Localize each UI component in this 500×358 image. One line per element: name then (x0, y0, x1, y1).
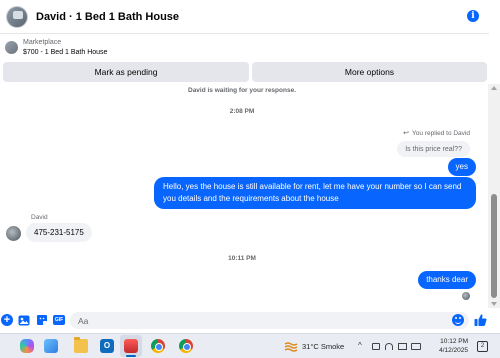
sticker-icon[interactable] (36, 314, 48, 326)
active-app-indicator (126, 355, 136, 357)
chrome-icon[interactable] (151, 339, 165, 353)
battery-icon[interactable] (411, 343, 421, 350)
message-thread: David is waiting for your response. 2:08… (0, 84, 484, 306)
outgoing-message[interactable]: Hello, yes the house is still available … (154, 177, 476, 209)
mark-as-pending-button[interactable]: Mark as pending (3, 62, 249, 82)
gif-label: GIF (53, 315, 65, 325)
conversation-title[interactable]: David · 1 Bed 1 Bath House (36, 11, 179, 23)
seen-indicator-avatar (462, 292, 470, 300)
incoming-message[interactable]: 475-231-5175 (26, 223, 92, 242)
weather-icon[interactable] (284, 340, 298, 352)
taskbar-clock[interactable]: 10:12 PM 4/12/2025 (436, 337, 468, 355)
replied-label: You replied to David (412, 129, 470, 137)
scroll-down-icon[interactable] (491, 302, 497, 306)
file-explorer-icon[interactable] (74, 337, 88, 353)
volume-icon[interactable] (398, 343, 407, 350)
listing-price-title: $700 - 1 Bed 1 Bath House (23, 49, 108, 56)
conversation-header: David · 1 Bed 1 Bath House i (0, 0, 489, 34)
quoted-message[interactable]: Is this price real?? (397, 141, 470, 157)
windows-taskbar: O 31°C Smoke ^ 10:12 PM 4/12/2025 2 (0, 333, 500, 358)
tray-icon[interactable] (372, 343, 380, 350)
contact-avatar[interactable] (6, 5, 28, 28)
bell-icon[interactable]: 2 (477, 341, 488, 352)
timestamp: 10:11 PM (228, 255, 256, 262)
weather-text[interactable]: 31°C Smoke (302, 342, 344, 351)
scroll-up-icon[interactable] (491, 86, 497, 90)
outgoing-message[interactable]: thanks dear (418, 271, 476, 289)
listing-thumbnail (5, 41, 18, 54)
chrome-profile-icon[interactable] (179, 339, 193, 353)
clock-date: 4/12/2025 (439, 347, 468, 354)
listing-source: Marketplace (23, 39, 62, 46)
like-icon[interactable] (474, 313, 487, 327)
copilot-icon[interactable] (20, 339, 34, 353)
sender-name: David (31, 214, 48, 221)
reply-indicator: ↩ You replied to David (403, 129, 470, 138)
gif-icon[interactable]: GIF (53, 314, 65, 326)
clock-time: 10:12 PM (440, 338, 468, 345)
timestamp: 2:08 PM (229, 108, 255, 115)
image-icon[interactable] (18, 314, 30, 326)
outgoing-message[interactable]: yes (447, 158, 476, 176)
chevron-up-icon[interactable]: ^ (358, 341, 362, 350)
message-input[interactable] (70, 312, 469, 329)
wifi-icon[interactable] (385, 343, 393, 350)
active-app-icon[interactable] (124, 339, 138, 353)
message-composer: + GIF (0, 308, 500, 332)
listing-summary[interactable]: Marketplace $700 - 1 Bed 1 Bath House (0, 36, 489, 60)
more-options-button[interactable]: More options (252, 62, 487, 82)
app-icon[interactable] (44, 339, 58, 353)
plus-icon[interactable]: + (1, 314, 13, 326)
chat-scrollbar[interactable] (488, 84, 500, 308)
waiting-notice: David is waiting for your response. (188, 87, 296, 94)
sender-avatar[interactable] (6, 226, 21, 241)
reply-icon: ↩ (403, 130, 410, 137)
outlook-icon[interactable]: O (100, 339, 114, 353)
info-icon[interactable]: i (467, 10, 479, 22)
emoji-icon[interactable] (452, 314, 464, 326)
scroll-thumb[interactable] (491, 194, 497, 298)
